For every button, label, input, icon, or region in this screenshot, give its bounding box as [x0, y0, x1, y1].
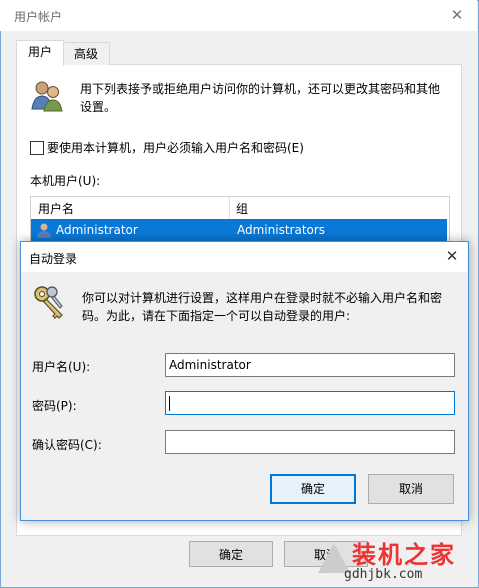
cancel-button[interactable]: 取消 [368, 474, 454, 504]
password-label: 密码(P): [32, 399, 77, 413]
user-accounts-titlebar[interactable] [0, 0, 477, 31]
close-icon[interactable]: ✕ [447, 5, 467, 25]
user-accounts-description: 用下列表接予或拒绝用户访问你的计算机，还可以更改其密码和其他设置。 [80, 82, 441, 114]
tab-advanced[interactable]: 高级 [62, 42, 110, 65]
ok-button[interactable]: 确定 [189, 541, 273, 567]
autologon-title: 自动登录 [29, 252, 78, 266]
keys-icon [34, 286, 63, 319]
watermark-url: gdhjbk.com [344, 567, 423, 582]
text-caret [169, 396, 170, 411]
row-group: Administrators [237, 223, 326, 237]
close-icon[interactable]: ✕ [441, 245, 463, 267]
local-users-label: 本机用户(U): [30, 174, 101, 188]
password-field[interactable] [165, 391, 455, 415]
tab-users[interactable]: 用户 [16, 40, 64, 66]
require-password-label[interactable]: 要使用本计算机，用户必须输入用户名和密码(E) [47, 139, 304, 156]
autologon-description: 你可以对计算机进行设置，这样用户在登录时就不必输入用户名和密码。为此，请在下面指… [82, 291, 443, 323]
user-icon [37, 223, 51, 238]
require-password-checkbox[interactable] [30, 141, 44, 155]
confirm-password-label: 确认密码(C): [32, 438, 102, 452]
row-username: Administrator [56, 223, 138, 237]
username-field[interactable]: Administrator [165, 353, 455, 377]
ok-button[interactable]: 确定 [270, 474, 356, 504]
column-header-group[interactable]: 组 [236, 200, 248, 217]
confirm-password-field[interactable] [165, 430, 455, 454]
username-label: 用户名(U): [32, 360, 91, 374]
column-divider[interactable] [229, 197, 230, 219]
watermark-text: 装机之家 [352, 541, 456, 569]
users-icon [31, 81, 63, 112]
user-accounts-title: 用户帐户 [14, 10, 63, 24]
autologon-titlebar[interactable] [21, 242, 467, 272]
column-header-username[interactable]: 用户名 [38, 200, 74, 217]
